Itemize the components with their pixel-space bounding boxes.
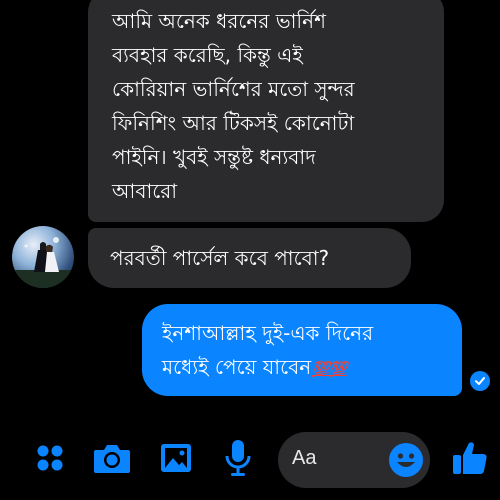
- message-bubble-incoming[interactable]: আমি অনেক ধরনের ভার্নিশ ব্যবহার করেছি, কি…: [88, 0, 444, 222]
- avatar-image: [12, 237, 74, 288]
- message-text-line: ফিনিশিং আর টিকসই কোনোটা: [112, 111, 355, 135]
- message-text-line: পরবর্তী পার্সেল কবে পাবো?: [110, 246, 330, 270]
- message-input[interactable]: Aa: [278, 432, 430, 488]
- message-text-line: মধ্যেই পেয়ে যাবেন💯💯: [162, 350, 448, 386]
- message-text-segment: মধ্যেই পেয়ে যাবেন: [162, 355, 312, 379]
- image-icon[interactable]: [156, 438, 196, 478]
- message-text-line: ব্যবহার করেছি, কিন্তু এই: [112, 43, 303, 67]
- avatar[interactable]: [12, 226, 74, 288]
- message-input-placeholder: Aa: [292, 447, 317, 469]
- message-text-line: ইনশাআল্লাহ দুই-এক দিনের: [162, 321, 374, 345]
- camera-icon[interactable]: [90, 438, 134, 478]
- message-text-line: পাইনি। খুবই সন্তুষ্ট ধন্যবাদ: [112, 145, 316, 169]
- message-bubble-outgoing[interactable]: ইনশাআল্লাহ দুই-এক দিনের মধ্যেই পেয়ে যাব…: [142, 304, 462, 396]
- message-text-line: আবারো: [112, 179, 178, 203]
- hundred-points-emoji: 💯💯: [311, 360, 347, 378]
- microphone-icon[interactable]: [220, 436, 256, 480]
- seen-check-icon: [470, 371, 490, 391]
- message-text-line: কোরিয়ান ভার্নিশের মতো সুন্দর: [112, 77, 355, 101]
- thumbs-up-icon[interactable]: [448, 436, 492, 480]
- grid-icon[interactable]: [30, 438, 70, 478]
- message-text-line: আমি অনেক ধরনের ভার্নিশ: [112, 9, 326, 33]
- emoji-icon[interactable]: [388, 442, 424, 478]
- message-bubble-incoming[interactable]: পরবর্তী পার্সেল কবে পাবো?: [88, 228, 411, 288]
